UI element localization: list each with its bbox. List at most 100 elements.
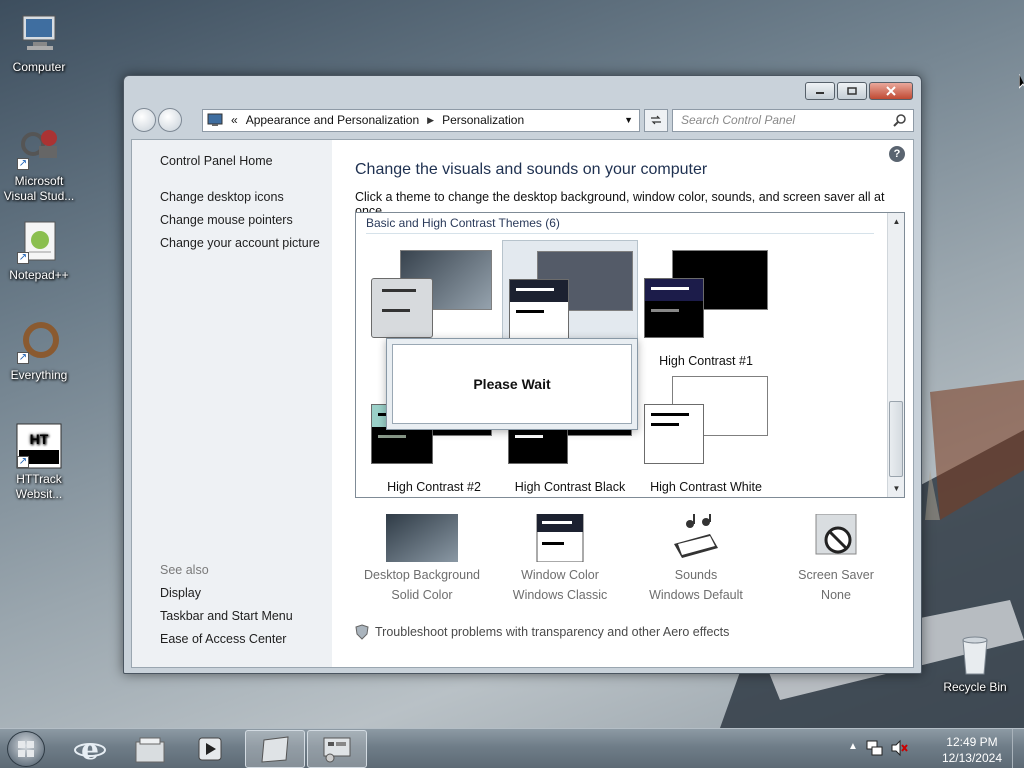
httrack-icon: HT ↗ — [15, 422, 63, 470]
breadcrumb-personalization[interactable]: Personalization — [442, 113, 524, 127]
system-tray: ▲ 12:49 PM 12/13/2024 — [824, 729, 1024, 768]
windows-logo-icon — [18, 741, 34, 757]
theme-thumb-window — [644, 278, 704, 338]
tray-overflow-icon[interactable]: ▲ — [848, 741, 858, 752]
internet-explorer-icon: e — [74, 733, 106, 765]
theme-list-scrollbar[interactable]: ▲ ▼ — [887, 213, 904, 497]
sidebar: Control Panel Home Change desktop icons … — [132, 140, 332, 667]
troubleshoot-text: Troubleshoot problems with transparency … — [375, 625, 730, 639]
scroll-thumb[interactable] — [889, 401, 903, 477]
theme-thumb-window — [644, 404, 704, 464]
taskbar-control-panel[interactable] — [307, 730, 367, 768]
scroll-up-icon[interactable]: ▲ — [888, 213, 904, 230]
desktop-icon-notepadpp[interactable]: ↗ Notepad++ — [1, 218, 77, 283]
see-also-ease-of-access[interactable]: Ease of Access Center — [160, 632, 286, 646]
scroll-down-icon[interactable]: ▼ — [888, 480, 904, 497]
shortcut-arrow-icon: ↗ — [17, 456, 29, 468]
bottom-item-title: Desktop Background — [363, 568, 481, 582]
taskbar-app-window[interactable] — [245, 730, 305, 768]
desktop-icon-label: Everything — [10, 368, 68, 382]
desktop-icon-label: Recycle Bin — [943, 680, 1007, 694]
taskbar-internet-explorer[interactable]: e — [60, 730, 120, 768]
group-divider — [366, 233, 874, 234]
clock[interactable]: 12:49 PM 12/13/2024 — [942, 734, 1002, 766]
taskbar-explorer[interactable] — [120, 730, 180, 768]
taskbar-media-player[interactable] — [180, 730, 240, 768]
theme-label: High Contrast #2 — [387, 480, 481, 494]
shield-icon — [355, 624, 369, 640]
breadcrumb-overflow[interactable]: « — [231, 113, 238, 127]
breadcrumb-separator-icon[interactable]: ▶ — [427, 115, 434, 126]
window-color-item[interactable]: Window Color Windows Classic — [492, 513, 628, 602]
sounds-icon — [660, 512, 732, 562]
sounds-item[interactable]: Sounds Windows Default — [628, 512, 764, 602]
close-button[interactable] — [869, 82, 913, 100]
theme-group-header[interactable]: Basic and High Contrast Themes (6) — [366, 216, 560, 230]
address-dropdown-icon[interactable]: ▼ — [624, 115, 633, 125]
desktop-icon-label: Notepad++ — [9, 268, 69, 282]
control-panel-icon — [207, 113, 223, 126]
network-icon[interactable] — [866, 739, 884, 757]
computer-icon — [15, 10, 63, 58]
see-also-label: See also — [160, 563, 209, 577]
address-bar[interactable]: « Appearance and Personalization ▶ Perso… — [202, 108, 640, 132]
bottom-item-value: Windows Default — [649, 588, 743, 602]
start-button[interactable] — [7, 731, 45, 767]
desktop-icon-httrack[interactable]: HT ↗ HTTrack Websit... — [1, 422, 77, 502]
bottom-item-value: Windows Classic — [512, 588, 608, 602]
desktop-icon-label: Microsoft Visual Stud... — [3, 174, 75, 203]
help-icon[interactable]: ? — [889, 146, 905, 162]
breadcrumb-appearance[interactable]: Appearance and Personalization — [246, 113, 419, 127]
minimize-icon — [816, 92, 824, 94]
bottom-item-title: Window Color — [521, 568, 599, 582]
taskbar: e ▲ 12:49 PM 12/13/2024 — [0, 728, 1024, 768]
sidebar-link-account-picture[interactable]: Change your account picture — [160, 236, 320, 250]
theme-label: High Contrast White — [650, 480, 762, 494]
window-controls — [805, 82, 913, 100]
minimize-button[interactable] — [805, 82, 835, 100]
show-desktop-button[interactable] — [1012, 729, 1024, 768]
notepadpp-icon: ↗ — [15, 218, 63, 266]
desktop-icon-visual-studio[interactable]: ↗ Microsoft Visual Stud... — [1, 124, 77, 204]
control-panel-taskbar-icon — [323, 737, 351, 763]
back-button[interactable] — [132, 108, 156, 132]
app-window-icon — [261, 736, 289, 763]
desktop-icon-everything[interactable]: ↗ Everything — [1, 318, 77, 383]
see-also-display[interactable]: Display — [160, 586, 201, 600]
desktop-background-item[interactable]: Desktop Background Solid Color — [354, 514, 490, 602]
desktop-icon-recycle-bin[interactable]: Recycle Bin — [937, 630, 1013, 695]
forward-button[interactable] — [158, 108, 182, 132]
desktop-icon-computer[interactable]: Computer — [1, 10, 77, 75]
troubleshoot-link[interactable]: Troubleshoot problems with transparency … — [355, 624, 729, 640]
desktop-icon-label: HTTrack Websit... — [15, 472, 63, 501]
volume-muted-icon[interactable] — [890, 739, 908, 757]
maximize-icon — [847, 87, 857, 95]
sidebar-home-link[interactable]: Control Panel Home — [160, 154, 273, 168]
bottom-item-value: None — [821, 588, 851, 602]
svg-text:HT: HT — [30, 431, 49, 447]
desktop-background-icon — [386, 514, 458, 562]
page-title: Change the visuals and sounds on your co… — [355, 161, 708, 178]
window-color-icon — [524, 513, 596, 563]
visual-studio-icon: ↗ — [15, 124, 63, 172]
refresh-button[interactable] — [644, 108, 668, 132]
theme-high-contrast-1[interactable]: High Contrast #1 — [638, 240, 774, 368]
see-also-taskbar[interactable]: Taskbar and Start Menu — [160, 609, 293, 623]
maximize-button[interactable] — [837, 82, 867, 100]
please-wait-dialog: Please Wait — [386, 338, 638, 430]
screen-saver-icon — [800, 513, 872, 562]
bottom-item-value: Solid Color — [391, 588, 453, 602]
sidebar-link-desktop-icons[interactable]: Change desktop icons — [160, 190, 284, 204]
media-player-icon — [198, 737, 222, 761]
folder-icon — [135, 737, 165, 763]
search-icon[interactable] — [893, 113, 907, 127]
svg-text:e: e — [81, 733, 99, 765]
shortcut-arrow-icon: ↗ — [17, 352, 29, 364]
sidebar-link-mouse-pointers[interactable]: Change mouse pointers — [160, 213, 293, 227]
clock-date: 12/13/2024 — [941, 751, 1002, 765]
search-input[interactable]: Search Control Panel — [672, 108, 914, 132]
theme-high-contrast-white[interactable]: High Contrast White — [638, 366, 774, 494]
recycle-bin-icon — [951, 630, 999, 678]
desktop-icon-label: Computer — [12, 60, 66, 74]
screen-saver-item[interactable]: Screen Saver None — [768, 513, 904, 602]
